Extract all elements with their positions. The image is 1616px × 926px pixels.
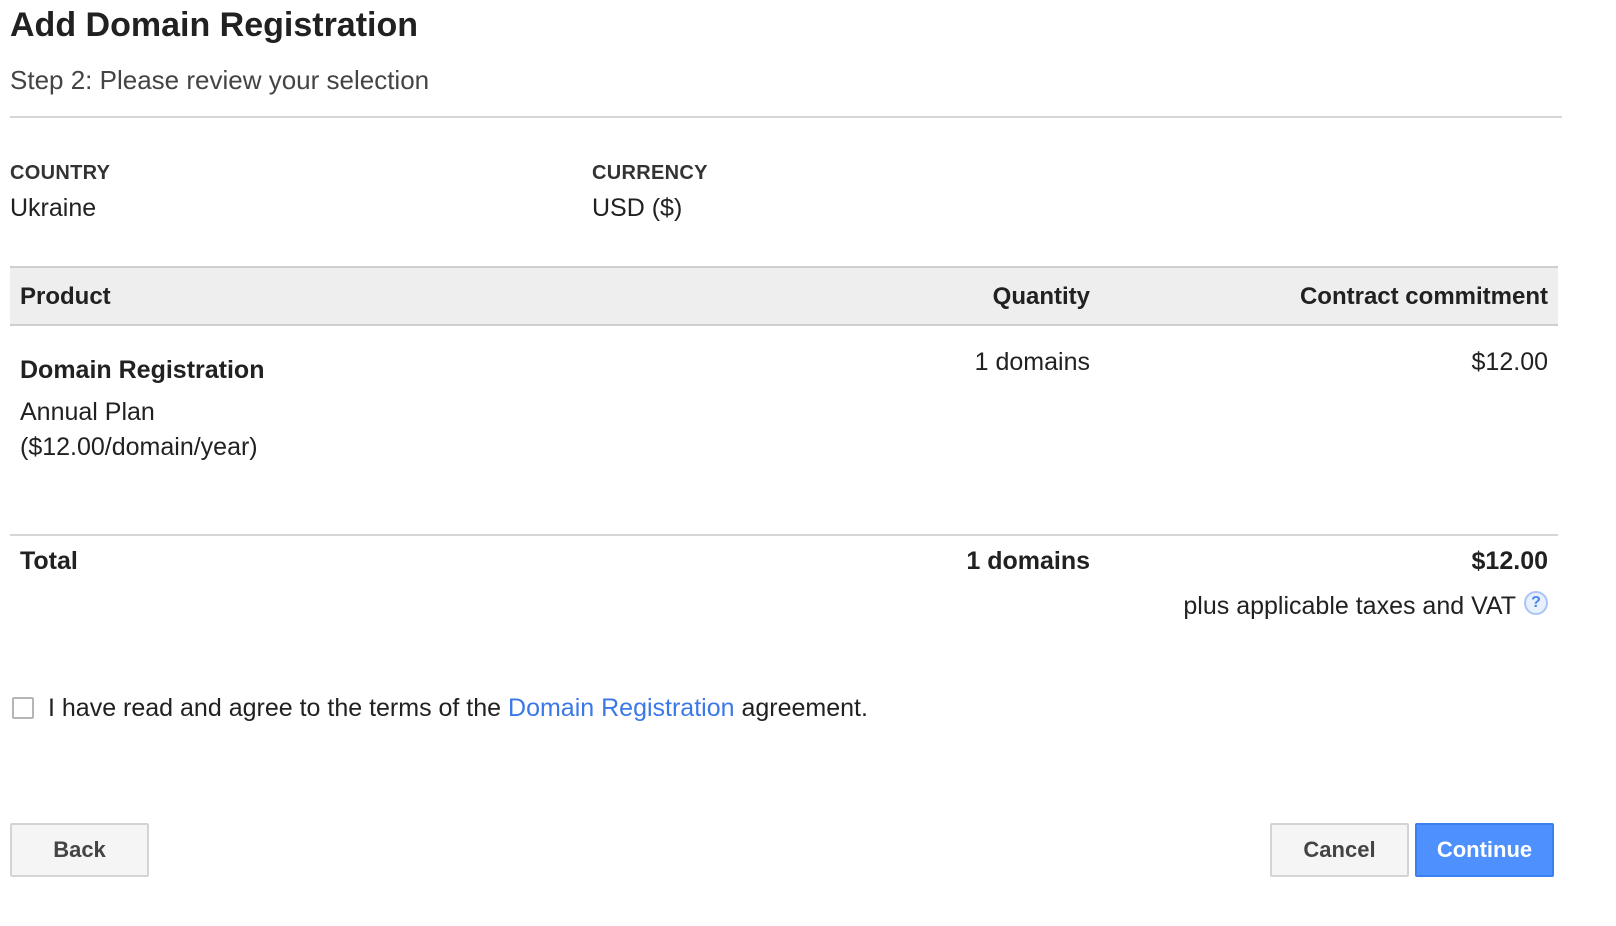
- total-label: Total: [20, 547, 78, 575]
- back-button[interactable]: Back: [10, 823, 149, 877]
- cancel-button[interactable]: Cancel: [1270, 823, 1409, 877]
- tax-note: plus applicable taxes and VAT: [1183, 592, 1516, 620]
- total-quantity: 1 domains: [966, 547, 1090, 575]
- agreement-text: I have read and agree to the terms of th…: [48, 694, 868, 723]
- agreement-checkbox[interactable]: [12, 697, 34, 719]
- row-commitment: $12.00: [1471, 348, 1548, 376]
- agreement-text-before: I have read and agree to the terms of th…: [48, 693, 509, 722]
- total-divider: [10, 534, 1558, 536]
- product-plan: Annual Plan: [20, 398, 155, 426]
- header-divider: [10, 116, 1562, 118]
- agreement-row: I have read and agree to the terms of th…: [12, 690, 868, 726]
- country-label: COUNTRY: [10, 162, 111, 184]
- currency-value: USD ($): [592, 194, 683, 222]
- help-icon[interactable]: ?: [1524, 591, 1548, 615]
- domain-registration-agreement-link[interactable]: Domain Registration: [508, 694, 735, 722]
- header-product: Product: [20, 283, 111, 310]
- page-subtitle: Step 2: Please review your selection: [10, 65, 430, 95]
- header-contract-commitment: Contract commitment: [1299, 283, 1548, 310]
- total-commitment: $12.00: [1471, 547, 1548, 575]
- tax-note-row: plus applicable taxes and VAT ?: [1183, 590, 1548, 622]
- page-title: Add Domain Registration: [10, 6, 419, 44]
- continue-button[interactable]: Continue: [1415, 823, 1554, 877]
- row-quantity: 1 domains: [974, 348, 1090, 376]
- product-name: Domain Registration: [20, 356, 265, 384]
- header-quantity: Quantity: [992, 283, 1090, 310]
- table-row: Domain Registration Annual Plan ($12.00/…: [10, 324, 1558, 534]
- product-price-per-year: ($12.00/domain/year): [20, 433, 258, 461]
- currency-label: CURRENCY: [592, 162, 708, 184]
- country-value: Ukraine: [10, 194, 97, 222]
- table-header: Product Quantity Contract commitment: [10, 266, 1558, 326]
- agreement-text-after: agreement.: [734, 693, 868, 722]
